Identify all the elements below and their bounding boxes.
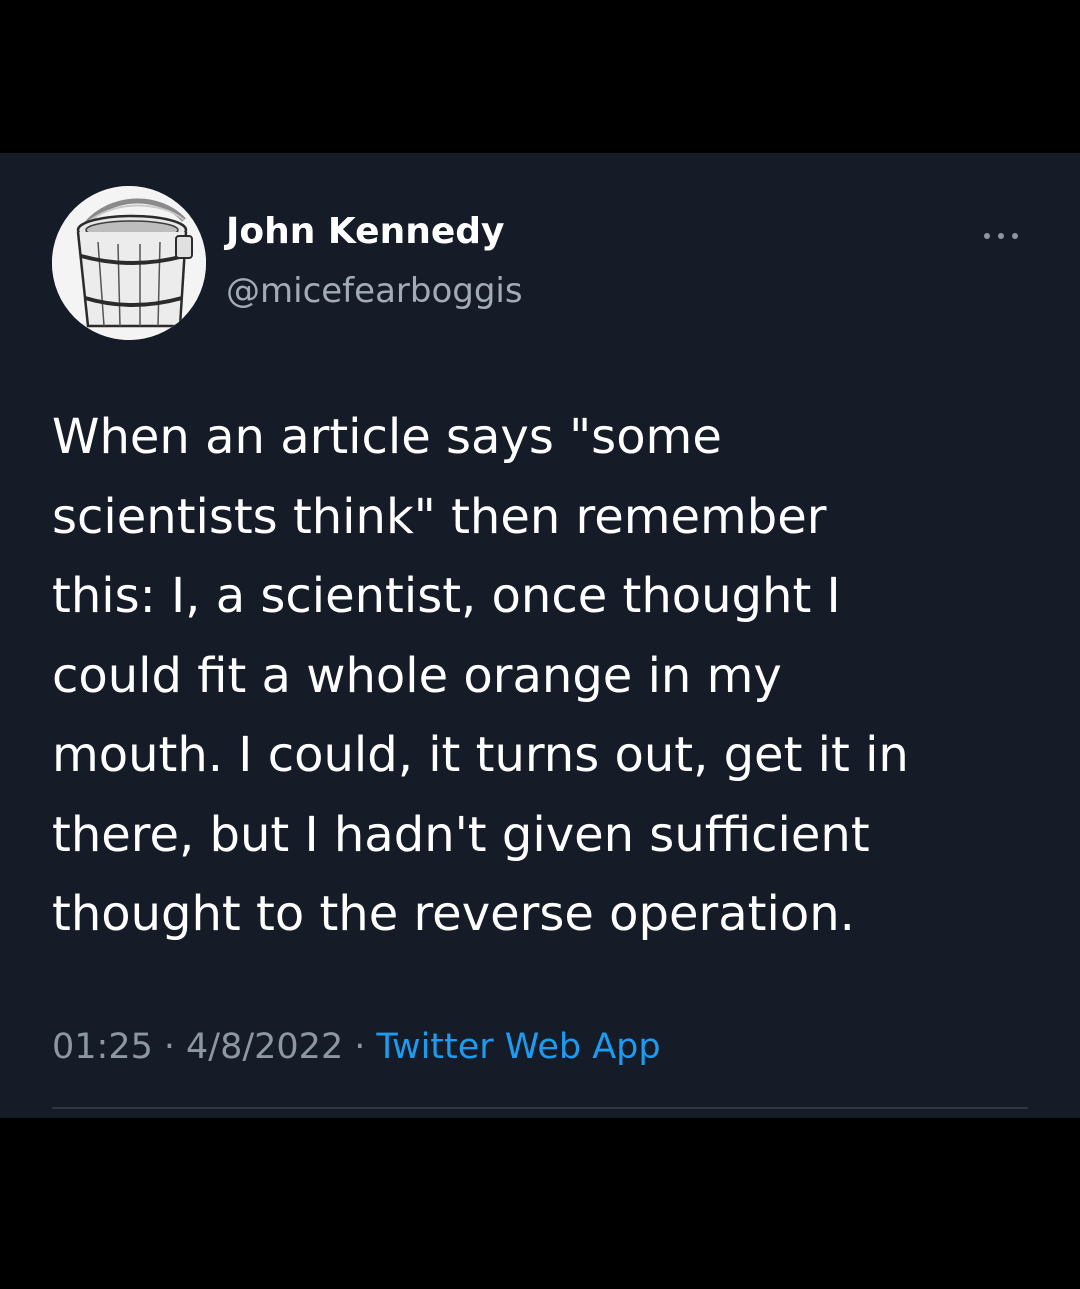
tweet-text-line: thought to the reverse operation. [52,886,855,942]
tweet-text-line: mouth. I could, it turns out, get it in [52,727,909,783]
tweet-time[interactable]: 01:25 [52,1027,153,1067]
wooden-bucket-avatar-icon [52,186,206,340]
author-handle[interactable]: @micefearboggis [226,270,523,312]
avatar[interactable] [52,186,206,340]
tweet-text-line: this: I, a scientist, once thought I [52,568,841,624]
tweet-text-line: scientists think" then remember [52,488,827,545]
more-horizontal-icon [984,233,1018,239]
tweet-source-link[interactable]: Twitter Web App [376,1027,660,1067]
tweet-text-line: When an article says "some [52,409,722,465]
meta-separator: · [163,1027,176,1067]
divider [52,1107,1028,1109]
more-options-button[interactable] [974,221,1028,251]
tweet-metadata: 01:25 · 4/8/2022 · Twitter Web App [52,1023,661,1071]
tweet-text-line: there, but I hadn't given sufficient [52,806,870,863]
author-display-name[interactable]: John Kennedy [226,210,505,254]
tweet-date[interactable]: 4/8/2022 [186,1027,343,1067]
tweet-card: John Kennedy @micefearboggis When an art… [0,153,1080,1118]
meta-separator: · [354,1027,366,1067]
tweet-text: When an article says "some scientists th… [52,398,1042,955]
tweet-text-line: could fit a whole orange in my [52,647,782,704]
